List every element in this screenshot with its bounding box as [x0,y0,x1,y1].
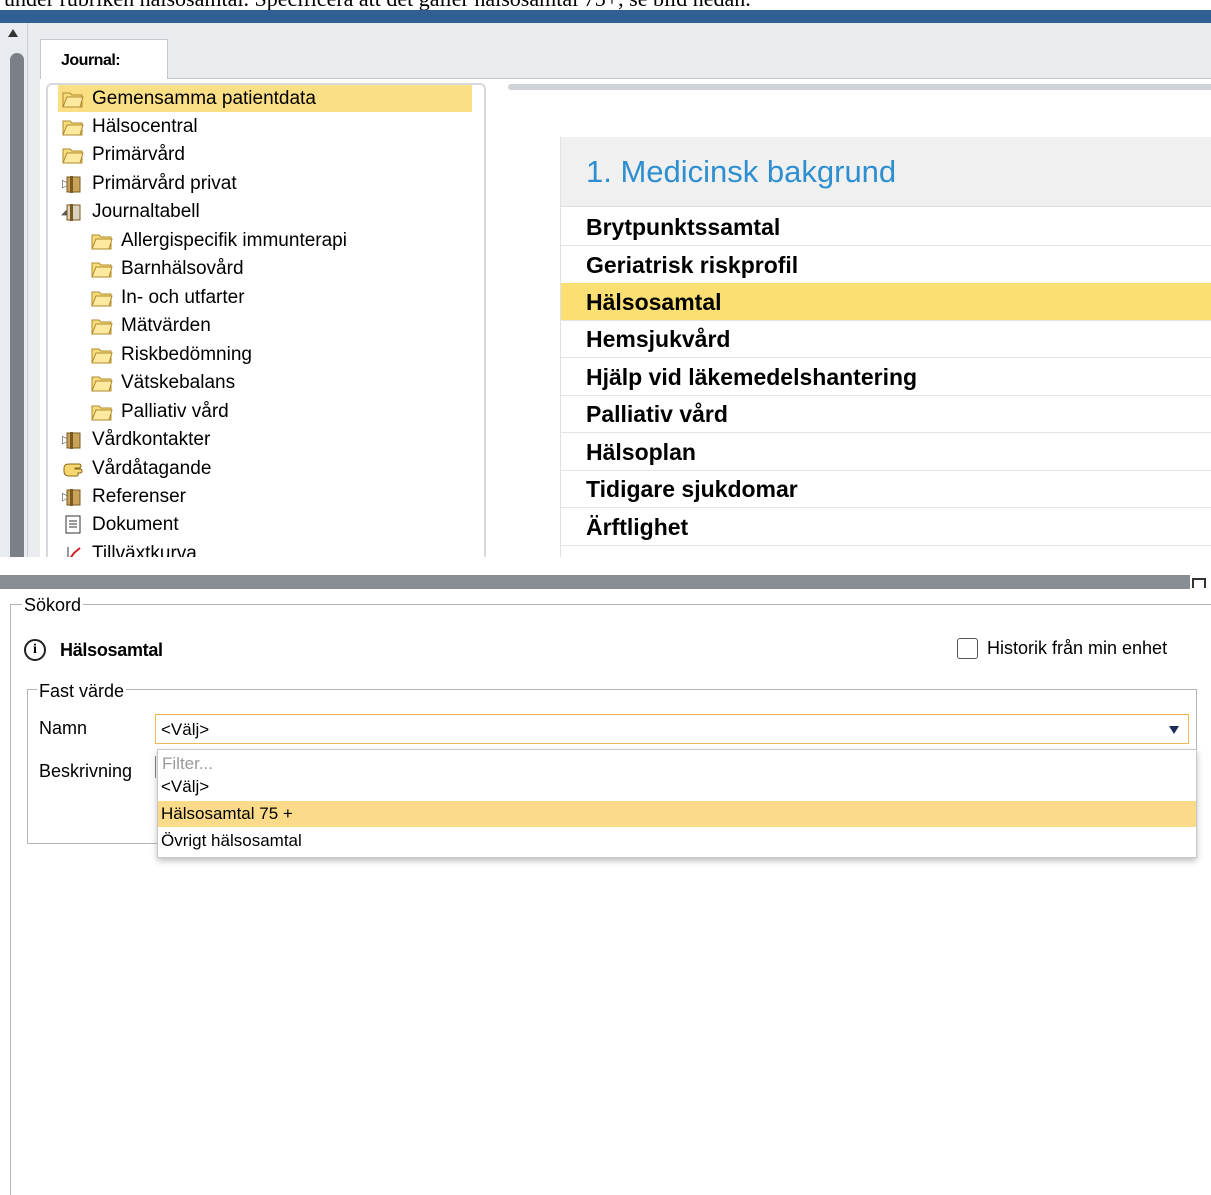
vertical-scrollbar[interactable] [0,23,28,557]
keyword-item[interactable]: Hjälp vid läkemedelshantering [561,358,1211,396]
scroll-up-icon[interactable] [8,29,18,37]
tree-item-label: Allergispecifik immunterapi [121,230,347,251]
folder-open-icon [62,120,84,136]
tree-item-label: Tillväxtkurva [92,543,197,557]
tab-journal[interactable]: Journal: [40,39,168,79]
tree-item-vatskebalans[interactable]: Vätskebalans [87,369,241,396]
folder-open-icon [91,234,113,250]
sokord-legend: Sökord [22,595,84,615]
tree-item-label: Primärvård [92,144,185,165]
keyword-item-selected[interactable]: Hälsosamtal [561,283,1211,321]
tree-item-label: Journaltabell [92,201,200,222]
keyword-item[interactable]: Ärftlighet [561,508,1211,546]
tree-item-gemensamma-patientdata[interactable]: Gemensamma patientdata [58,85,472,112]
keyword-title: Hälsosamtal [60,640,163,660]
folder-closed-icon [66,432,81,449]
window-header-bar [0,575,1190,589]
dropdown-option[interactable]: <Välj> [158,774,1196,800]
maximize-icon[interactable] [1192,578,1206,588]
tree-item-label: Referenser [92,486,186,507]
tree-item-label: Vårdåtagande [92,458,212,479]
folder-open-icon [62,148,84,164]
tree-item-barnhalsovard[interactable]: Barnhälsovård [87,255,250,282]
tree-item-in-och-utfarter[interactable]: In- och utfarter [87,284,251,311]
namn-dropdown-list: Filter... <Välj> Hälsosamtal 75 + Övrigt… [157,749,1197,858]
folder-closed-icon [66,204,81,221]
keyword-item[interactable]: Geriatrisk riskprofil [561,246,1211,284]
keyword-item[interactable]: Brytpunktssamtal [561,208,1211,246]
medicinsk-bakgrund-panel: 1. Medicinsk bakgrund Brytpunktssamtal G… [560,137,1211,557]
journal-body: Gemensamma patientdata Hälsocentral Prim… [40,79,1211,557]
tree-item-vardkontakter[interactable]: Vårdkontakter [58,426,216,453]
tree-item-dokument[interactable]: Dokument [58,511,185,538]
history-checkbox-label[interactable]: Historik från min enhet [987,638,1167,659]
tree-item-label: Dokument [92,514,179,535]
folder-open-icon [62,92,84,108]
keyword-item[interactable]: Hemsjukvård [561,320,1211,358]
journal-tree: Gemensamma patientdata Hälsocentral Prim… [46,83,486,557]
tree-item-label: Mätvärden [121,315,211,336]
growth-chart-icon [67,547,81,557]
tree-item-label: Vårdkontakter [92,429,211,450]
tree-item-palliativ-vard[interactable]: Palliativ vård [87,398,235,425]
namn-select-value: <Välj> [161,720,210,739]
history-checkbox[interactable] [957,638,978,659]
tree-item-label: In- och utfarter [121,287,245,308]
folder-open-icon [91,262,113,278]
dropdown-arrow-icon[interactable] [1169,726,1179,734]
folder-open-icon [91,291,113,307]
dropdown-option[interactable]: Övrigt hälsosamtal [158,828,1196,854]
splitter-bar[interactable] [508,84,1211,90]
tree-item-label: Primärvård privat [92,173,237,194]
tree-item-referenser[interactable]: Referenser [58,483,192,510]
folder-closed-icon [66,489,81,506]
tree-item-journaltabell[interactable]: Journaltabell [58,198,206,225]
info-icon[interactable]: i [24,639,46,661]
document-caption: under rubriken hälsosamtal. Specificera … [0,0,1211,10]
tree-item-halsocentral[interactable]: Hälsocentral [58,113,204,140]
folder-open-icon [91,348,113,364]
keyword-item[interactable]: Palliativ vård [561,395,1211,433]
sokord-window: Sökord i Hälsosamtal Historik från min e… [0,558,1211,1195]
tree-item-label: Gemensamma patientdata [92,88,316,109]
tree-item-riskbedomning[interactable]: Riskbedömning [87,341,258,368]
folder-closed-icon [66,176,81,193]
namn-select[interactable]: <Välj> [155,714,1189,744]
tree-item-allergispecifik[interactable]: Allergispecifik immunterapi [87,227,353,254]
tree-item-label: Hälsocentral [92,116,198,137]
panel-title: 1. Medicinsk bakgrund [561,137,1211,207]
beskrivning-label: Beskrivning [39,761,133,781]
journal-area: Journal: Gemensamma patientdata Hälsocen… [28,23,1211,557]
tree-item-primarvard-privat[interactable]: Primärvård privat [58,170,243,197]
tree-item-vardatagande[interactable]: Vårdåtagande [58,455,217,482]
folder-open-icon [91,319,113,335]
scrollbar-thumb[interactable] [10,53,24,557]
tree-item-label: Barnhälsovård [121,258,244,279]
folder-open-icon [91,376,113,392]
keyword-item[interactable]: Tidigare sjukdomar [561,470,1211,508]
journal-window: Journal: Gemensamma patientdata Hälsocen… [0,9,1211,557]
tree-item-label: Vätskebalans [121,372,236,393]
tree-item-matvarden[interactable]: Mätvärden [87,312,217,339]
tree-item-primarvard[interactable]: Primärvård [58,141,191,168]
tree-item-label: Palliativ vård [121,401,229,422]
tree-item-tillvaxtkurva[interactable]: Tillväxtkurva [58,540,203,557]
folder-open-icon [91,405,113,421]
dropdown-option-highlighted[interactable]: Hälsosamtal 75 + [158,801,1196,827]
window-title-bar [0,9,1211,23]
tree-item-label: Riskbedömning [121,344,252,365]
namn-label: Namn [39,718,88,738]
fast-varde-legend: Fast värde [37,681,127,701]
hand-icon [63,463,83,477]
dropdown-filter-input[interactable]: Filter... [162,754,213,774]
document-icon [65,515,81,534]
keyword-item[interactable]: Hälsoplan [561,433,1211,471]
